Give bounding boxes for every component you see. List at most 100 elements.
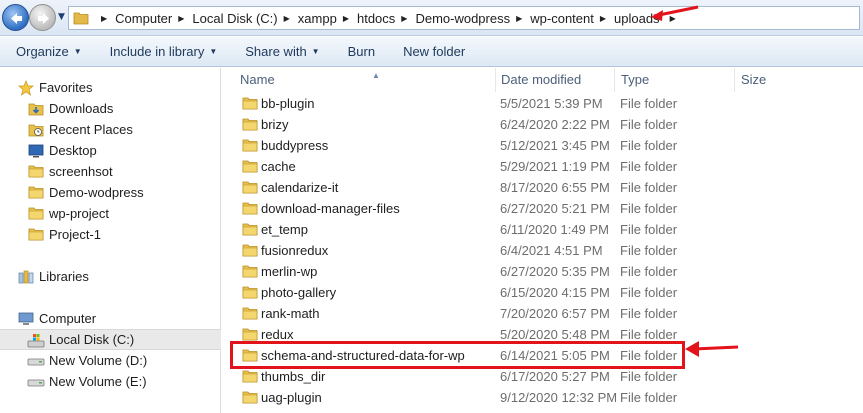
breadcrumb-item[interactable]: ▶ xampp xyxy=(278,11,337,26)
system-drive-icon xyxy=(27,334,45,348)
table-row[interactable]: fusionredux 6/4/2021 4:51 PM File folder xyxy=(222,240,863,261)
breadcrumb-item[interactable]: ▶ Computer xyxy=(95,11,172,26)
forward-button[interactable] xyxy=(29,4,56,31)
folder-icon xyxy=(242,223,258,236)
highlight-box xyxy=(230,341,685,369)
sidebar-item-favorite[interactable]: Demo-wodpress xyxy=(0,182,221,203)
file-name: fusionredux xyxy=(261,243,329,258)
chevron-right-icon[interactable]: ▶ xyxy=(516,14,522,23)
sidebar-item-label: New Volume (D:) xyxy=(49,353,148,368)
nav-favorites[interactable]: Favorites xyxy=(0,77,221,98)
libraries-label: Libraries xyxy=(39,269,89,284)
nav-libraries[interactable]: Libraries xyxy=(0,266,221,287)
back-button[interactable] xyxy=(2,4,29,31)
breadcrumb-item[interactable]: ▶ Demo-wodpress xyxy=(395,11,510,26)
share-with-menu[interactable]: Share with ▼ xyxy=(235,44,329,59)
table-row[interactable]: buddypress 5/12/2021 3:45 PM File folder xyxy=(222,135,863,156)
sidebar-item-favorite[interactable]: Project-1 xyxy=(0,224,221,245)
breadcrumb-item[interactable]: ▶ htdocs xyxy=(337,11,395,26)
file-date-modified: 5/20/2020 5:48 PM xyxy=(500,327,610,342)
sidebar-item-favorite[interactable]: Downloads xyxy=(0,98,221,119)
table-row[interactable]: brizy 6/24/2020 2:22 PM File folder xyxy=(222,114,863,135)
nav-computer[interactable]: Computer xyxy=(0,308,221,329)
file-date-modified: 6/15/2020 4:15 PM xyxy=(500,285,610,300)
chevron-right-icon[interactable]: ▶ xyxy=(101,14,107,23)
file-type: File folder xyxy=(620,138,678,153)
organize-menu[interactable]: Organize ▼ xyxy=(0,44,92,59)
sidebar-item-label: screenhsot xyxy=(49,164,113,179)
burn-button[interactable]: Burn xyxy=(338,44,385,59)
file-type: File folder xyxy=(620,96,678,111)
column-header-name[interactable]: ▲ Name xyxy=(234,68,496,92)
computer-label: Computer xyxy=(39,311,97,326)
column-header-date[interactable]: Date modified xyxy=(495,68,615,92)
chevron-right-icon[interactable]: ▶ xyxy=(178,14,184,23)
file-type: File folder xyxy=(620,222,678,237)
folder-icon xyxy=(242,118,258,131)
address-path[interactable]: ▶ Computer ▶ Local Disk (C:) ▶ xampp ▶ htdocs ▶ D… xyxy=(68,6,860,30)
sidebar-item-favorite[interactable]: Desktop xyxy=(0,140,221,161)
column-date-label: Date modified xyxy=(501,72,582,87)
file-name: bb-plugin xyxy=(261,96,315,111)
column-headers: ▲ Name Date modified Type Size xyxy=(222,68,863,92)
table-row[interactable]: merlin-wp 6/27/2020 5:35 PM File folder xyxy=(222,261,863,282)
file-date-modified: 6/27/2020 5:21 PM xyxy=(500,201,610,216)
table-row[interactable]: et_temp 6/11/2020 1:49 PM File folder xyxy=(222,219,863,240)
recent-pages-dropdown[interactable]: ▼ xyxy=(58,12,65,22)
breadcrumb-item[interactable]: ▶ Local Disk (C:) xyxy=(172,11,277,26)
burn-label: Burn xyxy=(347,44,376,59)
table-row[interactable]: uag-plugin 9/12/2020 12:32 PM File folder xyxy=(222,387,863,408)
column-header-size[interactable]: Size xyxy=(735,68,825,92)
file-type: File folder xyxy=(620,264,678,279)
file-type: File folder xyxy=(620,390,678,405)
sidebar-item-label: New Volume (E:) xyxy=(49,374,147,389)
folder-icon xyxy=(242,139,258,152)
sidebar-item-label: Downloads xyxy=(49,101,114,116)
table-row[interactable]: calendarize-it 8/17/2020 6:55 PM File fold… xyxy=(222,177,863,198)
sort-ascending-icon: ▲ xyxy=(372,71,380,80)
folder-icon xyxy=(242,202,258,215)
file-date-modified: 6/17/2020 5:27 PM xyxy=(500,369,610,384)
file-name: et_temp xyxy=(261,222,308,237)
sidebar-item-drive[interactable]: New Volume (E:) xyxy=(0,371,221,392)
arrow-right-icon xyxy=(38,13,49,24)
downloads-folder-icon xyxy=(28,103,44,116)
file-type: File folder xyxy=(620,159,678,174)
include-in-library-menu[interactable]: Include in library ▼ xyxy=(100,44,228,59)
chevron-right-icon[interactable]: ▶ xyxy=(284,14,290,23)
breadcrumb-item[interactable]: ▶ wp-content xyxy=(510,11,594,26)
sidebar-item-label: Project-1 xyxy=(49,227,102,242)
folder-icon xyxy=(242,286,258,299)
drive-icon xyxy=(27,379,45,387)
file-name: rank-math xyxy=(261,306,320,321)
file-type: File folder xyxy=(620,180,678,195)
folder-icon xyxy=(242,244,258,257)
file-type: File folder xyxy=(620,117,678,132)
table-row[interactable]: rank-math 7/20/2020 6:57 PM File folder xyxy=(222,303,863,324)
new-folder-button[interactable]: New folder xyxy=(393,44,475,59)
breadcrumb-label: xampp xyxy=(297,10,337,26)
folder-icon xyxy=(242,97,258,110)
recent-places-icon xyxy=(28,124,44,137)
file-name: download-manager-files xyxy=(261,201,400,216)
command-bar: Organize ▼ Include in library ▼ Share with… xyxy=(0,37,863,67)
table-row[interactable]: thumbs_dir 6/17/2020 5:27 PM File folder xyxy=(222,366,863,387)
desktop-icon xyxy=(28,144,44,158)
file-name: uag-plugin xyxy=(261,390,322,405)
chevron-right-icon[interactable]: ▶ xyxy=(401,14,407,23)
column-header-type[interactable]: Type xyxy=(615,68,735,92)
folder-icon xyxy=(242,307,258,320)
table-row[interactable]: download-manager-files 6/27/2020 5:21 PM F… xyxy=(222,198,863,219)
computer-icon xyxy=(18,312,34,325)
chevron-right-icon[interactable]: ▶ xyxy=(343,14,349,23)
sidebar-item-favorite[interactable]: wp-project xyxy=(0,203,221,224)
chevron-right-icon[interactable]: ▶ xyxy=(600,14,606,23)
sidebar-item-drive[interactable]: Local Disk (C:) xyxy=(0,329,221,350)
table-row[interactable]: photo-gallery 6/15/2020 4:15 PM File folde… xyxy=(222,282,863,303)
sidebar-item-drive[interactable]: New Volume (D:) xyxy=(0,350,221,371)
sidebar-item-label: wp-project xyxy=(49,206,109,221)
sidebar-item-favorite[interactable]: screenhsot xyxy=(0,161,221,182)
table-row[interactable]: bb-plugin 5/5/2021 5:39 PM File folder xyxy=(222,93,863,114)
sidebar-item-favorite[interactable]: Recent Places xyxy=(0,119,221,140)
table-row[interactable]: cache 5/29/2021 1:19 PM File folder xyxy=(222,156,863,177)
